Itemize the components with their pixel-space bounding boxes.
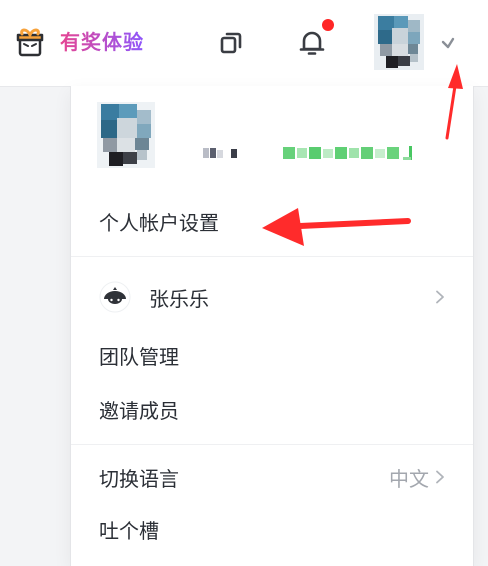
top-bar: 有奖体验 bbox=[0, 0, 488, 87]
notifications-button[interactable] bbox=[297, 28, 327, 58]
menu-divider bbox=[71, 444, 473, 445]
invite-members-label: 邀请成员 bbox=[99, 398, 179, 423]
feedback-label: 吐个槽 bbox=[99, 518, 159, 543]
feedback-item[interactable]: 吐个槽 bbox=[99, 512, 445, 546]
user-dropdown-menu: 个人帐户设置 张乐乐 团队管理 邀请成员 切换语言 中文 吐个槽 bbox=[70, 86, 474, 566]
team-management-label: 团队管理 bbox=[99, 344, 179, 369]
team-avatar-icon bbox=[99, 281, 131, 313]
team-trail bbox=[429, 290, 445, 304]
team-name: 张乐乐 bbox=[149, 286, 209, 311]
avatar bbox=[374, 14, 424, 70]
user-profile-header bbox=[97, 102, 447, 168]
notification-badge bbox=[322, 19, 334, 31]
chevron-down-icon[interactable] bbox=[440, 35, 456, 51]
account-settings-label: 个人帐户设置 bbox=[99, 210, 219, 235]
copy-button[interactable] bbox=[216, 28, 246, 58]
chevron-right-icon bbox=[436, 290, 444, 304]
team-management-item[interactable]: 团队管理 bbox=[99, 338, 445, 372]
language-trail: 中文 bbox=[389, 463, 445, 492]
current-language: 中文 bbox=[389, 466, 429, 491]
switch-language-item[interactable]: 切换语言 中文 bbox=[99, 460, 445, 494]
avatar bbox=[97, 102, 155, 168]
promo-button[interactable]: 有奖体验 bbox=[12, 24, 150, 60]
team-switcher-item[interactable]: 张乐乐 bbox=[99, 280, 445, 314]
chevron-right-icon bbox=[436, 470, 444, 484]
promo-label: 有奖体验 bbox=[60, 30, 144, 54]
menu-divider bbox=[71, 256, 473, 257]
copy-icon bbox=[220, 32, 242, 54]
user-avatar-button[interactable] bbox=[374, 14, 424, 70]
switch-language-label: 切换语言 bbox=[99, 466, 179, 491]
user-info-redacted bbox=[203, 146, 412, 160]
gift-icon bbox=[16, 28, 44, 57]
bell-icon bbox=[299, 31, 325, 55]
account-settings-item[interactable]: 个人帐户设置 bbox=[99, 204, 445, 238]
invite-members-item[interactable]: 邀请成员 bbox=[99, 392, 445, 426]
